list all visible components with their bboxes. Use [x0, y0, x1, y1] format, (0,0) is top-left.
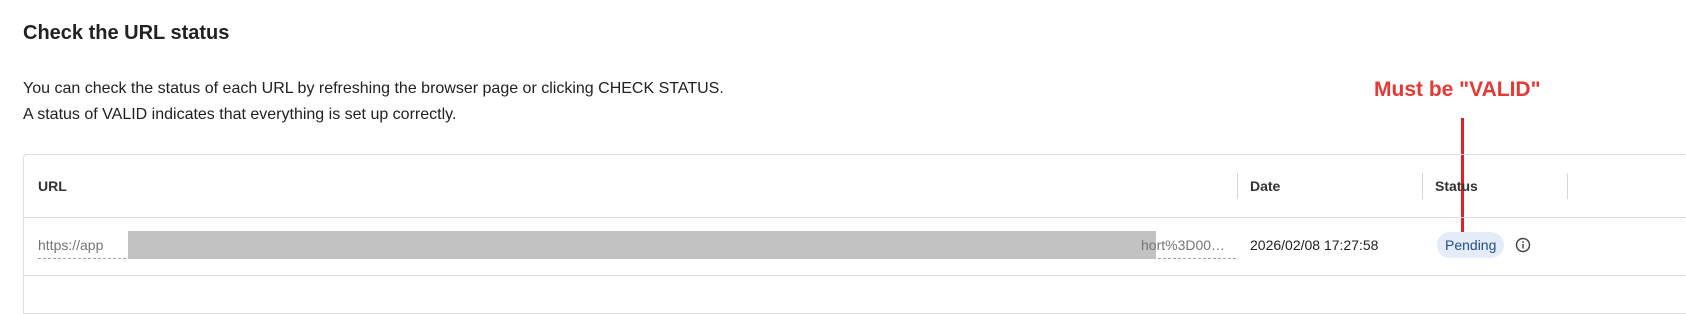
- url-text-end: hort%3D00…: [1141, 237, 1226, 253]
- page-title: Check the URL status: [23, 22, 230, 44]
- info-icon[interactable]: [1515, 237, 1531, 253]
- description-line-2: A status of VALID indicates that everyth…: [23, 106, 457, 123]
- annotation-label: Must be "VALID": [1374, 78, 1541, 101]
- status-badge: Pending: [1437, 232, 1505, 258]
- url-status-table: URL Date Status https://app hort%3D00… 2…: [23, 154, 1686, 314]
- column-header-url[interactable]: URL: [38, 155, 67, 217]
- column-divider[interactable]: [1422, 173, 1423, 199]
- redacted-block: [128, 231, 1156, 259]
- url-cell[interactable]: https://app hort%3D00…: [38, 231, 1236, 259]
- date-cell: 2026/02/08 17:27:58: [1250, 237, 1379, 253]
- column-divider[interactable]: [1237, 173, 1238, 199]
- url-text-start: https://app: [38, 237, 104, 253]
- table-header: URL Date Status: [24, 155, 1686, 218]
- status-description: You can check the status of each URL by …: [23, 76, 724, 128]
- column-header-date[interactable]: Date: [1250, 155, 1280, 217]
- description-line-1: You can check the status of each URL by …: [23, 80, 724, 97]
- column-divider[interactable]: [1567, 173, 1568, 199]
- column-header-status[interactable]: Status: [1435, 155, 1478, 217]
- table-row: https://app hort%3D00… 2026/02/08 17:27:…: [24, 217, 1686, 276]
